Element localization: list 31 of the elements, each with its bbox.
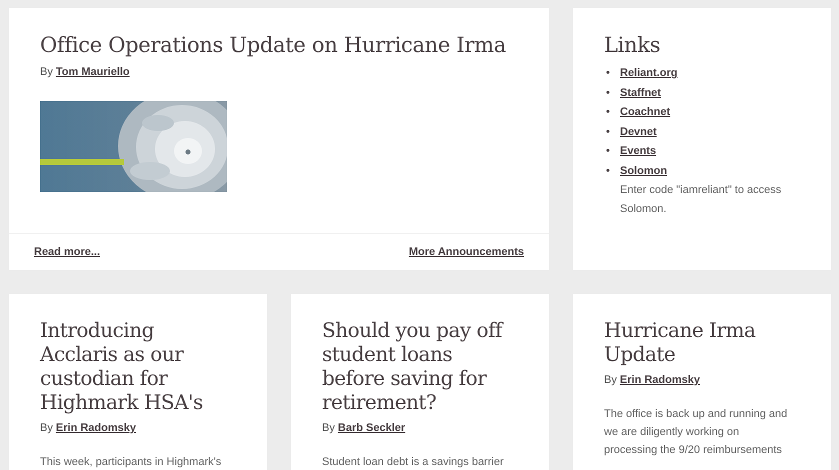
footer-link[interactable]: More Announcements bbox=[408, 244, 524, 260]
footer-link[interactable]: Read more... bbox=[34, 244, 100, 260]
article-title: Introducing Acclaris as our custodian for Highmark HSA's bbox=[40, 318, 204, 414]
bullet-icon: • bbox=[606, 162, 620, 182]
author-link[interactable]: Barb Seckler bbox=[338, 422, 406, 434]
article-excerpt: This week, participants in Highmark's bbox=[40, 454, 222, 470]
article-title: Hurricane Irma Update bbox=[604, 318, 756, 366]
bullet-icon: • bbox=[606, 64, 620, 84]
byline-label: By bbox=[322, 422, 335, 434]
link-list-item[interactable]: Solomon bbox=[620, 164, 668, 177]
article-title: Should you pay off student loans before saving for retirement? bbox=[322, 318, 505, 414]
link-list-item[interactable]: Staffnet bbox=[620, 86, 661, 99]
author-link[interactable]: Erin Radomsky bbox=[620, 374, 700, 386]
article-excerpt: The office is back up and running and we are diligently working on processing the 9/20 reimbursements bbox=[604, 406, 788, 458]
byline-label: By bbox=[40, 422, 53, 434]
link-list-item[interactable]: Devnet bbox=[620, 126, 657, 138]
author-link[interactable]: Tom Mauriello bbox=[56, 66, 130, 78]
article-excerpt: Student loan debt is a savings barrier bbox=[322, 454, 505, 470]
byline-label: By bbox=[604, 374, 617, 386]
byline-label: By bbox=[40, 66, 53, 78]
bullet-icon: • bbox=[606, 122, 620, 142]
author-link[interactable]: Erin Radomsky bbox=[56, 422, 136, 434]
link-list-item[interactable]: Events bbox=[620, 145, 656, 158]
link-list-item[interactable]: Reliant.org bbox=[620, 67, 678, 80]
bullet-icon: • bbox=[606, 142, 620, 162]
bullet-icon: • bbox=[606, 84, 620, 104]
link-note: Enter code "iamreliant" to access Solomon. bbox=[619, 183, 782, 218]
link-list-item[interactable]: Coachnet bbox=[620, 106, 670, 118]
article-title: Office Operations Update on Hurricane Irma bbox=[40, 33, 507, 58]
panel-title: Links bbox=[604, 33, 662, 58]
bullet-icon: • bbox=[606, 103, 620, 123]
